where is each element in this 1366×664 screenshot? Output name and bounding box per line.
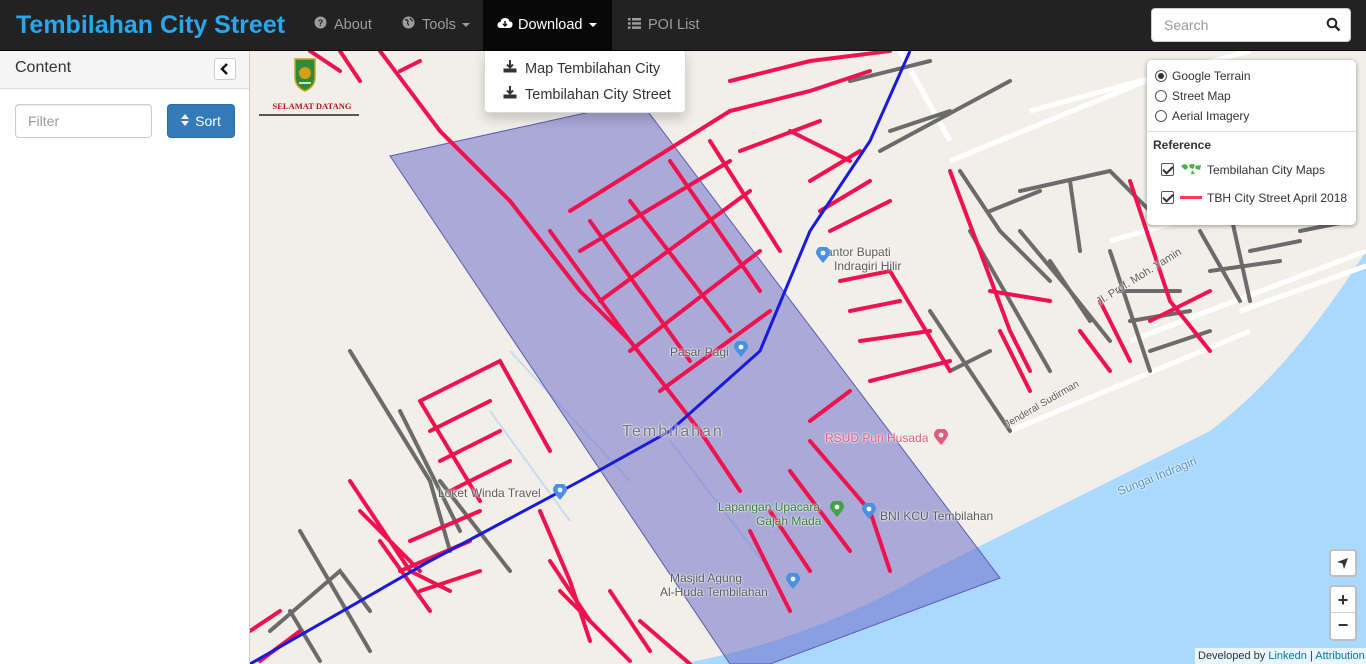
download-dropdown: Map Tembilahan City Tembilahan City Stre…	[484, 51, 686, 113]
map-label-masjid[interactable]: Masjid Agung	[670, 571, 742, 585]
welcome-logo: SELAMAT DATANG	[259, 57, 361, 123]
download-icon	[503, 82, 517, 108]
map-label-kantor2: Indragiri Hilir	[834, 259, 902, 273]
map-label-pasar[interactable]: Pasar Pagi	[670, 345, 729, 359]
location-arrow-icon	[1337, 558, 1348, 569]
pin-icon	[862, 503, 876, 519]
pin-icon	[934, 429, 948, 445]
chevron-left-icon	[220, 63, 228, 75]
map-label-lapangan2: Gajah Mada	[756, 514, 822, 528]
pin-icon	[734, 341, 748, 357]
map-label-lapangan[interactable]: Lapangan Upacara	[718, 500, 820, 514]
base-google-terrain[interactable]: Google Terrain	[1155, 67, 1251, 85]
layer-control: Google Terrain Street Map Aerial Imagery…	[1147, 60, 1356, 225]
nav-tools[interactable]: Tools	[401, 0, 470, 51]
map-label-loket[interactable]: Loket Winda Travel	[438, 486, 541, 500]
filter-input[interactable]	[15, 104, 152, 138]
radio-icon	[1155, 90, 1167, 102]
overlay-city-maps[interactable]: Tembilahan City Maps	[1161, 161, 1325, 179]
base-street-map[interactable]: Street Map	[1155, 87, 1231, 105]
download-map-label: Map Tembilahan City	[525, 61, 661, 77]
checkbox-icon	[1161, 163, 1174, 176]
download-street-label: Tembilahan City Street	[525, 87, 671, 103]
locate-button[interactable]	[1329, 549, 1357, 577]
map-label-masjid2: Al-Huda Tembilahan	[660, 585, 768, 599]
navbar: Tembilahan City Street ? About Tools Down…	[0, 0, 1366, 51]
question-circle-icon: ?	[313, 0, 327, 50]
attribution-link[interactable]: Attribution	[1315, 650, 1365, 662]
download-map-item[interactable]: Map Tembilahan City	[485, 56, 685, 82]
pin-icon	[816, 247, 830, 263]
search-box	[1151, 8, 1351, 42]
nav-about-label: About	[334, 17, 372, 33]
linkedin-link[interactable]: Linkedn	[1268, 650, 1307, 662]
radio-icon	[1155, 110, 1167, 122]
search-input[interactable]	[1152, 9, 1320, 41]
sort-icon	[181, 107, 190, 139]
search-icon[interactable]	[1326, 17, 1342, 33]
sidebar-title: Content	[15, 59, 72, 76]
svg-text:?: ?	[317, 18, 323, 28]
layer-separator	[1147, 131, 1356, 132]
zoom-in-button[interactable]: +	[1331, 587, 1355, 613]
caret-down-icon	[461, 23, 470, 28]
nav-about[interactable]: ? About	[313, 0, 372, 51]
download-icon	[503, 56, 517, 82]
pin-icon	[786, 573, 800, 589]
base-aerial-imagery[interactable]: Aerial Imagery	[1155, 107, 1249, 125]
nav-poi-list[interactable]: POI List	[627, 0, 700, 51]
nav-download-label: Download	[518, 17, 583, 33]
map-label-bni[interactable]: BNI KCU Tembilahan	[880, 509, 993, 523]
cloud-download-icon	[497, 0, 513, 50]
zoom-control: + −	[1329, 585, 1357, 641]
street-line-swatch	[1180, 196, 1202, 199]
zoom-out-button[interactable]: −	[1331, 613, 1355, 639]
map-label-town: Tembilahan	[622, 423, 724, 440]
download-street-item[interactable]: Tembilahan City Street	[485, 82, 685, 108]
globe-icon	[401, 0, 415, 50]
sort-button[interactable]: Sort	[167, 104, 235, 138]
welcome-text: SELAMAT DATANG	[272, 101, 352, 111]
sort-label: Sort	[195, 113, 221, 129]
caret-down-icon	[588, 23, 597, 28]
world-map-icon	[1181, 164, 1201, 174]
nav-poi-label: POI List	[648, 17, 700, 33]
nav-download[interactable]: Download	[483, 0, 612, 51]
sidebar: Content Sort	[0, 51, 250, 664]
overlay-city-street[interactable]: TBH City Street April 2018	[1161, 189, 1347, 207]
pin-icon	[830, 501, 844, 517]
radio-icon	[1155, 70, 1167, 82]
list-icon	[627, 0, 641, 50]
pin-icon	[553, 484, 567, 500]
brand-title[interactable]: Tembilahan City Street	[16, 10, 285, 40]
reference-title: Reference	[1153, 138, 1212, 152]
collapse-sidebar-button[interactable]	[214, 58, 236, 80]
checkbox-icon	[1161, 191, 1174, 204]
map-label-rsud[interactable]: RSUD Puri Husada	[825, 431, 928, 445]
attribution: Developed by Linkedn | Attribution	[1195, 648, 1366, 664]
nav-tools-label: Tools	[422, 17, 456, 33]
sidebar-header: Content	[0, 51, 249, 89]
